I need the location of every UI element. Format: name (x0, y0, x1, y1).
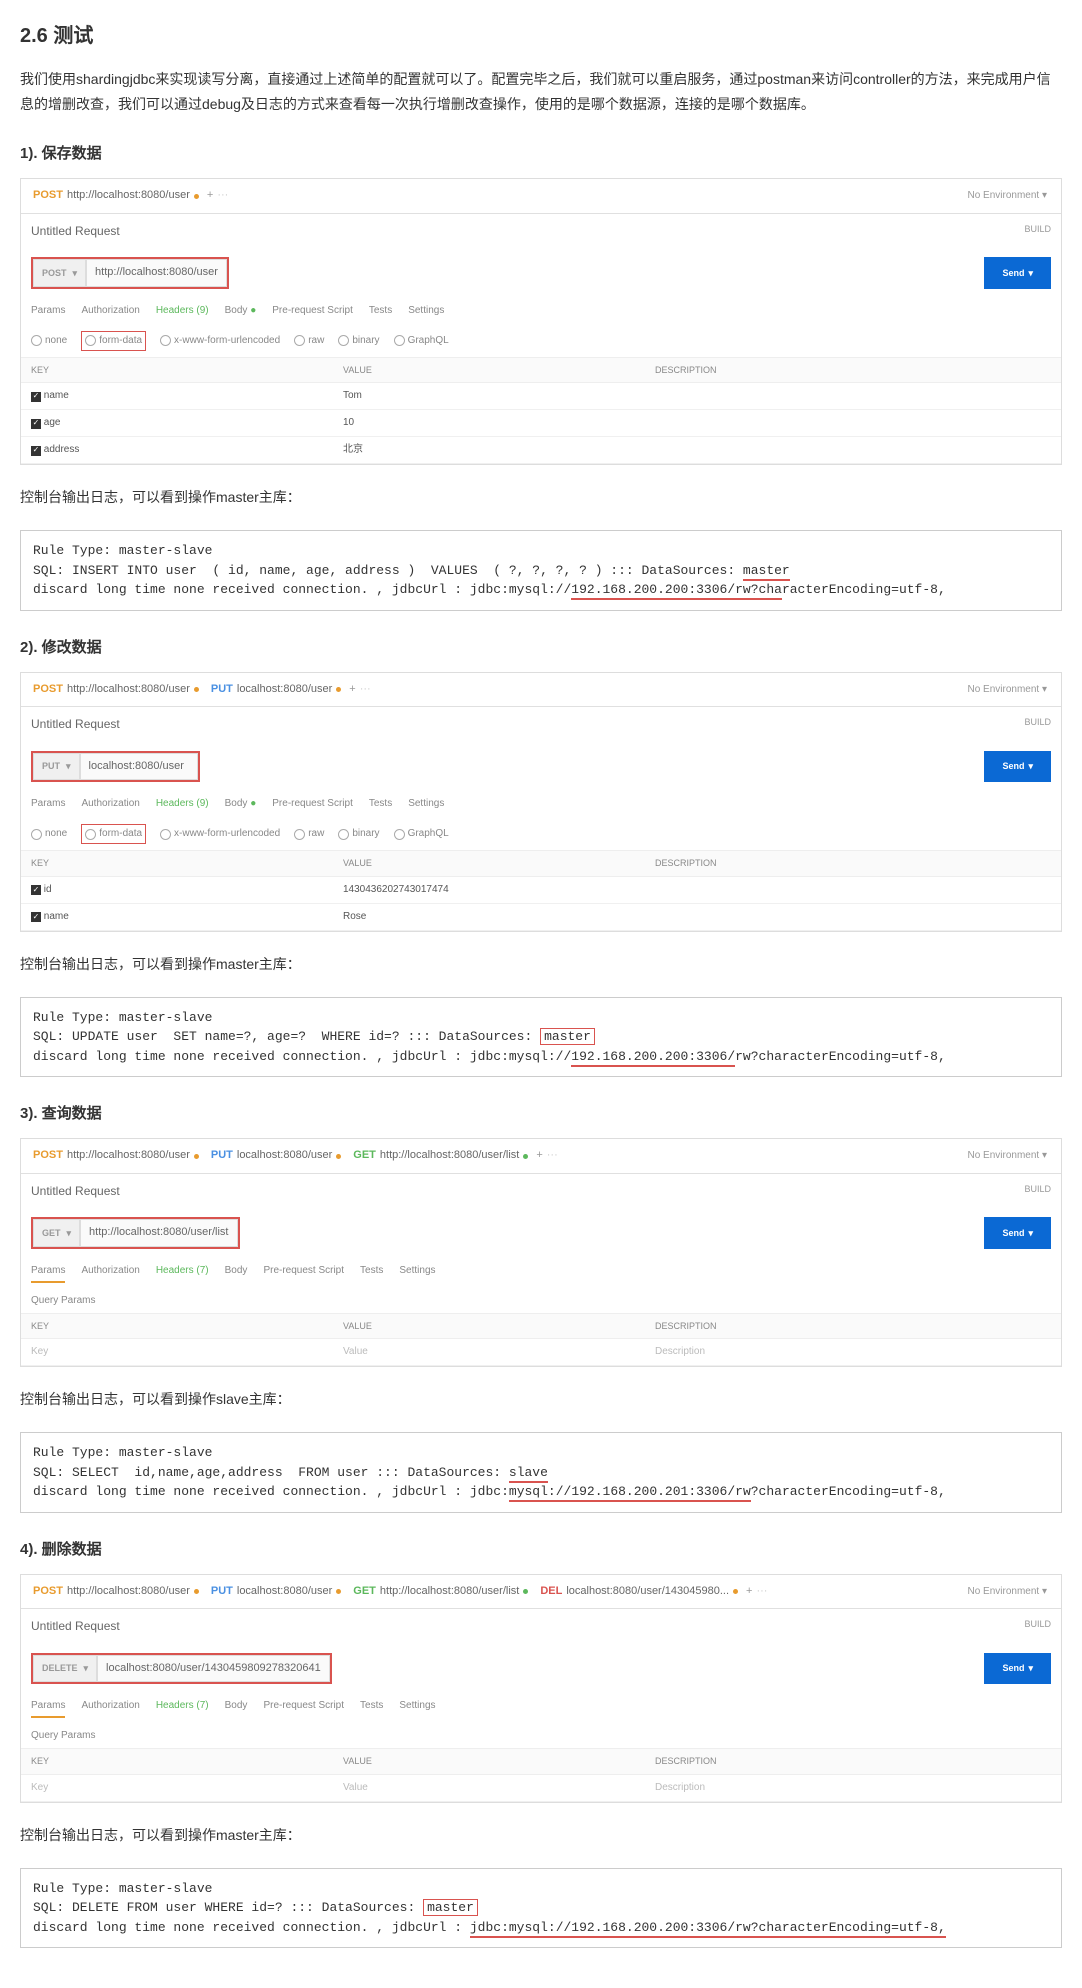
log-caption-3: 控制台输出日志，可以看到操作slave主库： (20, 1387, 1062, 1412)
checkbox-icon[interactable]: ✓ (31, 419, 41, 429)
url-input[interactable]: http://localhost:8080/user/list (80, 1219, 238, 1247)
tab-headers[interactable]: Headers (9) (156, 303, 209, 319)
table-row[interactable]: KeyValueDescription (21, 1774, 1061, 1801)
tab-put[interactable]: PUTlocalhost:8080/user (207, 679, 345, 701)
intro-text: 我们使用shardingjdbc来实现读写分离，直接通过上述简单的配置就可以了。… (20, 67, 1062, 117)
radio-formdata[interactable]: form-data (81, 331, 146, 351)
checkbox-icon[interactable]: ✓ (31, 392, 41, 402)
environment-select[interactable]: No Environment ▾ (961, 680, 1053, 700)
log-output-4: Rule Type: master-slave SQL: DELETE FROM… (20, 1868, 1062, 1949)
url-input[interactable]: localhost:8080/user (80, 753, 198, 781)
query-params-label: Query Params (21, 1289, 1061, 1313)
tab-post[interactable]: POSThttp://localhost:8080/user (29, 679, 203, 701)
tab-params[interactable]: Params (31, 303, 65, 319)
url-input[interactable]: localhost:8080/user/1430459809278320641 (97, 1655, 330, 1683)
tab-settings[interactable]: Settings (408, 303, 444, 319)
log-output-2: Rule Type: master-slave SQL: UPDATE user… (20, 997, 1062, 1078)
send-button[interactable]: Send▾ (984, 257, 1051, 289)
section4-title: 4). 删除数据 (20, 1538, 1062, 1562)
radio-xwww[interactable]: x-www-form-urlencoded (160, 333, 280, 349)
send-button[interactable]: Send▾ (984, 1653, 1051, 1685)
table-row[interactable]: ✓ id1430436202743017474 (21, 876, 1061, 903)
table-row[interactable]: ✓ address北京 (21, 437, 1061, 464)
send-button[interactable]: Send▾ (984, 751, 1051, 783)
table-row[interactable]: KeyValueDescription (21, 1339, 1061, 1366)
method-select[interactable]: DELETE▾ (33, 1655, 97, 1683)
tab-auth[interactable]: Authorization (81, 303, 139, 319)
section1-title: 1). 保存数据 (20, 142, 1062, 166)
add-tab-button[interactable]: + (207, 187, 213, 205)
method-select[interactable]: POST▾ (33, 259, 86, 287)
page-title: 2.6 测试 (20, 20, 1062, 52)
tab-body[interactable]: Body ● (225, 303, 257, 319)
params-table: KEYVALUEDESCRIPTION ✓ nameTom ✓ age10 ✓ … (21, 357, 1061, 464)
request-title: Untitled Request (31, 222, 120, 241)
tab-prerequest[interactable]: Pre-request Script (272, 303, 353, 319)
log-caption-4: 控制台输出日志，可以看到操作master主库： (20, 1823, 1062, 1848)
table-row[interactable]: ✓ age10 (21, 410, 1061, 437)
environment-select[interactable]: No Environment ▾ (961, 186, 1053, 206)
section3-title: 3). 查询数据 (20, 1102, 1062, 1126)
postman-panel-1: POSThttp://localhost:8080/user +··· No E… (20, 178, 1062, 465)
log-caption-1: 控制台输出日志，可以看到操作master主库： (20, 485, 1062, 510)
method-select[interactable]: GET▾ (33, 1219, 80, 1247)
postman-panel-3: POSThttp://localhost:8080/user PUTlocalh… (20, 1138, 1062, 1367)
table-row[interactable]: ✓ nameRose (21, 903, 1061, 930)
log-caption-2: 控制台输出日志，可以看到操作master主库： (20, 952, 1062, 977)
radio-raw[interactable]: raw (294, 333, 324, 349)
section2-title: 2). 修改数据 (20, 636, 1062, 660)
send-button[interactable]: Send▾ (984, 1217, 1051, 1249)
log-output-1: Rule Type: master-slave SQL: INSERT INTO… (20, 530, 1062, 611)
tab-bar: POSThttp://localhost:8080/user +··· No E… (21, 179, 1061, 214)
method-select[interactable]: PUT▾ (33, 753, 80, 781)
postman-panel-4: POSThttp://localhost:8080/user PUTlocalh… (20, 1574, 1062, 1803)
postman-panel-2: POSThttp://localhost:8080/user PUTlocalh… (20, 672, 1062, 932)
checkbox-icon[interactable]: ✓ (31, 446, 41, 456)
tab-post[interactable]: POSThttp://localhost:8080/user (29, 185, 203, 207)
url-input[interactable]: http://localhost:8080/user (86, 259, 227, 287)
radio-none[interactable]: none (31, 333, 67, 349)
add-tab-button[interactable]: + (349, 681, 355, 699)
log-output-3: Rule Type: master-slave SQL: SELECT id,n… (20, 1432, 1062, 1513)
table-row[interactable]: ✓ nameTom (21, 383, 1061, 410)
radio-graphql[interactable]: GraphQL (394, 333, 449, 349)
radio-binary[interactable]: binary (338, 333, 379, 349)
dot-icon (194, 194, 199, 199)
tab-tests[interactable]: Tests (369, 303, 392, 319)
